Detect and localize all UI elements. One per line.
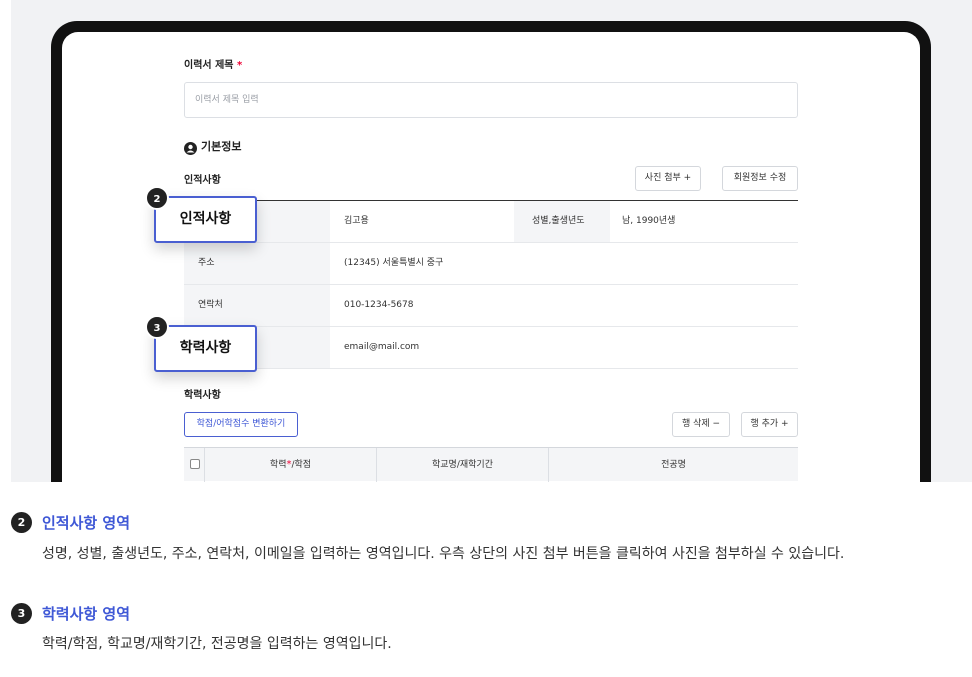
resume-title-label-text: 이력서 제목: [184, 60, 234, 71]
section-title-education: 학력사항 영역: [42, 605, 131, 623]
convert-score-button[interactable]: 학점/어학점수 변환하기: [184, 412, 298, 437]
select-all-checkbox[interactable]: [190, 459, 200, 469]
resume-title-label: 이력서 제목 *: [184, 56, 242, 71]
resume-title-input[interactable]: 이력서 제목 입력: [184, 82, 798, 118]
address-value[interactable]: (12345) 서울특별시 중구: [344, 243, 443, 284]
personal-heading: 인적사항: [184, 175, 221, 186]
email-value[interactable]: email@mail.com: [344, 327, 419, 368]
header-education-text: 학력: [269, 460, 287, 470]
gender-birth-value[interactable]: 남, 1990년생: [622, 201, 675, 242]
delete-row-button[interactable]: 행 삭제 −: [672, 412, 730, 437]
callout-badge-2: 2: [145, 186, 169, 210]
photo-attach-button[interactable]: 사진 첨부 +: [635, 166, 701, 191]
personal-row-address: 주소 (12345) 서울특별시 중구: [184, 243, 798, 285]
header-school: 학교명/재학기간: [376, 448, 548, 482]
basic-info-heading-text: 기본정보: [201, 140, 242, 153]
personal-row-phone: 연락처 010-1234-5678: [184, 285, 798, 327]
phone-key: 연락처: [184, 285, 330, 326]
education-table-header: 학력*/학점 학교명/재학기간 전공명: [184, 447, 798, 482]
personal-row-name: 김고용 성별,출생년도 남, 1990년생: [184, 201, 798, 243]
screenshot-stage: 이력서 제목 * 이력서 제목 입력 기본정보 인적사항 사진 첨부 + 회원정…: [11, 0, 972, 482]
phone-value[interactable]: 010-1234-5678: [344, 285, 413, 326]
header-education: 학력*/학점: [204, 448, 376, 482]
education-heading: 학력사항: [184, 390, 221, 401]
address-key: 주소: [184, 243, 330, 284]
section-number-3: 3: [11, 603, 32, 624]
gender-birth-key: 성별,출생년도: [514, 201, 610, 242]
edit-member-button[interactable]: 회원정보 수정: [722, 166, 798, 191]
section-number-2: 2: [11, 512, 32, 533]
section-title-personal: 인적사항 영역: [42, 514, 131, 532]
header-grade-text: /학점: [291, 460, 312, 470]
callout-education: 학력사항: [154, 325, 257, 372]
header-major: 전공명: [548, 448, 798, 482]
callout-badge-3: 3: [145, 315, 169, 339]
section-desc-personal: 성명, 성별, 출생년도, 주소, 연락처, 이메일을 입력하는 영역입니다. …: [42, 546, 845, 562]
device-screen: 이력서 제목 * 이력서 제목 입력 기본정보 인적사항 사진 첨부 + 회원정…: [62, 32, 920, 482]
section-desc-education: 학력/학점, 학교명/재학기간, 전공명을 입력하는 영역입니다.: [42, 636, 392, 652]
personal-row-email: email@mail.com: [184, 327, 798, 369]
basic-info-heading: 기본정보: [184, 138, 242, 155]
name-value[interactable]: 김고용: [344, 201, 369, 242]
device-frame: 이력서 제목 * 이력서 제목 입력 기본정보 인적사항 사진 첨부 + 회원정…: [51, 21, 931, 482]
callout-personal: 인적사항: [154, 196, 257, 243]
add-row-button[interactable]: 행 추가 +: [741, 412, 798, 437]
user-circle-icon: [184, 140, 197, 155]
required-mark: *: [236, 60, 243, 71]
